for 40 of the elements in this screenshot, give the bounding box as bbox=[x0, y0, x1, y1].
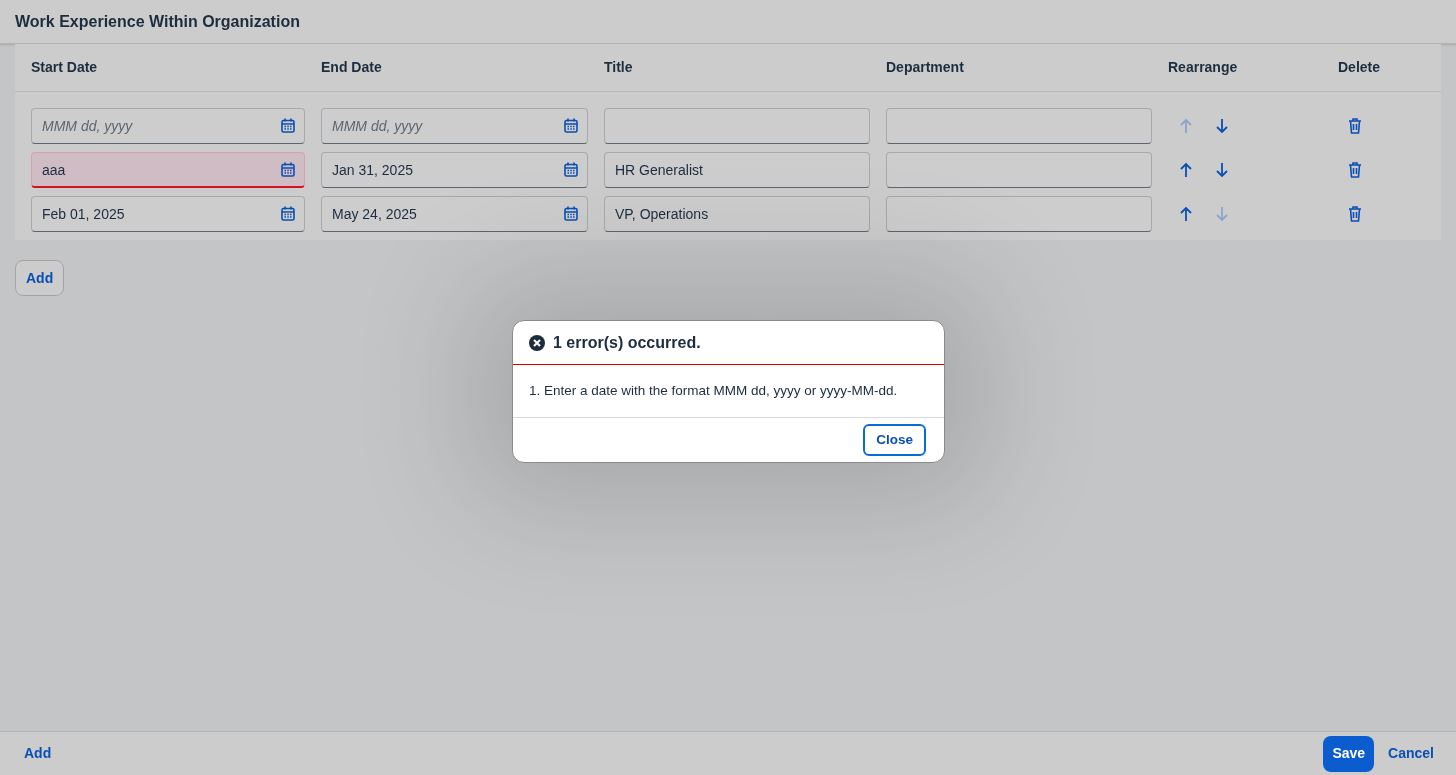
column-header: Delete bbox=[1337, 58, 1382, 77]
arrow-up-icon[interactable] bbox=[1179, 162, 1193, 178]
save-button[interactable]: Save bbox=[1323, 735, 1375, 772]
date-field[interactable]: MMM dd, yyyy bbox=[31, 108, 305, 144]
text-field[interactable] bbox=[886, 196, 1152, 232]
error-icon bbox=[529, 334, 545, 351]
text-field[interactable] bbox=[604, 108, 870, 144]
calendar-icon[interactable] bbox=[281, 162, 295, 177]
error-message: 1. Enter a date with the format MMM dd, yyyy or yyyy-MM-dd. bbox=[529, 382, 899, 400]
date-field[interactable]: Jan 31, 2025 bbox=[321, 152, 588, 188]
section-title: Work Experience Within Organization bbox=[15, 11, 300, 32]
column-header: End Date bbox=[321, 58, 383, 77]
delete-icon[interactable] bbox=[1348, 206, 1362, 222]
calendar-icon[interactable] bbox=[564, 206, 578, 221]
date-field[interactable]: aaa bbox=[31, 152, 305, 188]
text-field[interactable] bbox=[886, 108, 1152, 144]
dialog-title: 1 error(s) occurred. bbox=[553, 332, 701, 353]
column-header: Start Date bbox=[31, 58, 99, 77]
add-button[interactable]: Add bbox=[15, 260, 65, 296]
arrow-down-icon[interactable] bbox=[1215, 118, 1229, 134]
delete-icon[interactable] bbox=[1348, 162, 1362, 178]
date-field[interactable]: Feb 01, 2025 bbox=[31, 196, 305, 232]
calendar-icon[interactable] bbox=[281, 118, 295, 133]
arrow-up-icon[interactable] bbox=[1179, 206, 1193, 222]
add-button[interactable]: Add bbox=[12, 735, 64, 772]
arrow-down-icon[interactable] bbox=[1215, 162, 1229, 178]
calendar-icon[interactable] bbox=[281, 206, 295, 221]
cancel-button[interactable]: Cancel bbox=[1376, 735, 1446, 772]
column-header: Department bbox=[886, 58, 965, 77]
close-button[interactable]: Close bbox=[863, 424, 926, 457]
delete-icon[interactable] bbox=[1348, 118, 1362, 134]
text-field[interactable]: HR Generalist bbox=[604, 152, 870, 188]
column-header: Title bbox=[604, 58, 634, 77]
column-header: Rearrange bbox=[1168, 58, 1239, 77]
calendar-icon[interactable] bbox=[564, 162, 578, 177]
text-field[interactable] bbox=[886, 152, 1152, 188]
date-field[interactable]: May 24, 2025 bbox=[321, 196, 588, 232]
text-field[interactable]: VP, Operations bbox=[604, 196, 870, 232]
date-field[interactable]: MMM dd, yyyy bbox=[321, 108, 588, 144]
calendar-icon[interactable] bbox=[564, 118, 578, 133]
